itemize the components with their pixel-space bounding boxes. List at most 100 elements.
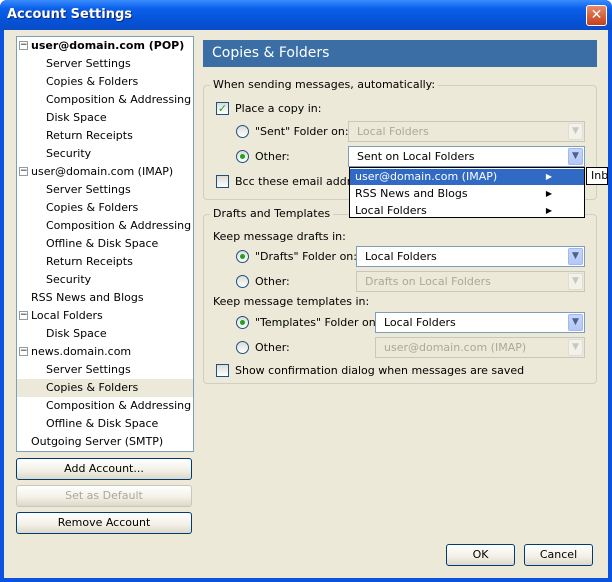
- tree-item-label: news.domain.com: [31, 345, 132, 358]
- sent-folder-combo[interactable]: Local Folders ▼: [348, 121, 585, 142]
- account-settings-window: Account Settings ✕ − user@domain.com (POP…: [0, 0, 612, 582]
- set-default-label: Set as Default: [65, 489, 143, 502]
- tree-item[interactable]: Server Settings: [17, 55, 193, 73]
- tree-item[interactable]: Offline & Disk Space: [17, 415, 193, 433]
- menu-item-local-folders[interactable]: Local Folders ▶: [350, 203, 584, 219]
- drafts-group-title: Drafts and Templates: [210, 207, 334, 220]
- sent-other-radio[interactable]: [236, 150, 249, 163]
- chevron-down-icon: ▼: [568, 314, 583, 331]
- add-account-label: Add Account...: [64, 462, 144, 475]
- tree-item[interactable]: Copies & Folders: [17, 199, 193, 217]
- confirm-dialog-label: Show confirmation dialog when messages a…: [235, 364, 525, 377]
- drafts-other-radio[interactable]: [236, 275, 249, 288]
- tree-item[interactable]: Disk Space: [17, 109, 193, 127]
- tree-item-label: Disk Space: [46, 327, 107, 340]
- dialog-body: − user@domain.com (POP) Server Settings Cop…: [4, 30, 608, 578]
- templates-other-combo[interactable]: user@domain.com (IMAP) ▼: [375, 337, 585, 358]
- tree-item[interactable]: Server Settings: [17, 181, 193, 199]
- tree-item[interactable]: − Local Folders: [17, 307, 193, 325]
- title-bar[interactable]: Account Settings ✕: [0, 0, 612, 30]
- chevron-down-icon: ▼: [568, 148, 583, 165]
- page-title: Copies & Folders: [203, 40, 597, 67]
- place-copy-label: Place a copy in:: [235, 102, 322, 115]
- chevron-down-icon: ▼: [568, 123, 583, 140]
- tree-item-label: Copies & Folders: [46, 75, 139, 88]
- tree-item[interactable]: Copies & Folders: [17, 73, 193, 91]
- tree-item-label: Server Settings: [46, 363, 131, 376]
- tree-item[interactable]: Disk Space: [17, 325, 193, 343]
- drafts-folder-combo[interactable]: Local Folders ▼: [356, 246, 585, 267]
- drafts-other-combo[interactable]: Drafts on Local Folders ▼: [356, 271, 585, 292]
- tree-item[interactable]: Copies & Folders: [17, 379, 193, 397]
- tree-item[interactable]: RSS News and Blogs: [17, 289, 193, 307]
- tree-item[interactable]: Security: [17, 145, 193, 163]
- templates-folder-label: "Templates" Folder on:: [255, 316, 380, 329]
- cancel-button[interactable]: Cancel: [524, 544, 593, 566]
- drafts-other-label: Other:: [255, 275, 290, 288]
- submenu-arrow-icon: ▶: [545, 206, 552, 215]
- drafts-folder-radio[interactable]: [236, 250, 249, 263]
- place-copy-checkbox[interactable]: ✓: [216, 102, 229, 115]
- menu-item-rss[interactable]: RSS News and Blogs ▶: [350, 186, 584, 202]
- collapse-icon[interactable]: −: [19, 167, 28, 176]
- tree-item-label: Copies & Folders: [46, 201, 139, 214]
- collapse-icon[interactable]: −: [19, 311, 28, 320]
- tree-item[interactable]: Return Receipts: [17, 127, 193, 145]
- tree-item[interactable]: Outgoing Server (SMTP): [17, 433, 193, 451]
- tree-item[interactable]: Composition & Addressing: [17, 217, 193, 235]
- submenu-arrow-icon: ▶: [545, 172, 552, 181]
- tree-item[interactable]: Composition & Addressing: [17, 397, 193, 415]
- tree-item-label: Server Settings: [46, 183, 131, 196]
- remove-account-label: Remove Account: [57, 516, 151, 529]
- tree-item-label: Outgoing Server (SMTP): [31, 435, 164, 448]
- sent-folder-radio[interactable]: [236, 125, 249, 138]
- tree-item[interactable]: Composition & Addressing: [17, 91, 193, 109]
- window-title: Account Settings: [7, 7, 133, 22]
- cancel-label: Cancel: [539, 548, 578, 561]
- tree-item-label: Disk Space: [46, 111, 107, 124]
- ok-button[interactable]: OK: [446, 544, 515, 566]
- sent-folder-combo-value: Local Folders: [357, 125, 429, 138]
- set-default-button[interactable]: Set as Default: [16, 485, 192, 507]
- remove-account-button[interactable]: Remove Account: [16, 512, 192, 534]
- add-account-button[interactable]: Add Account...: [16, 458, 192, 480]
- tree-item[interactable]: Server Settings: [17, 361, 193, 379]
- tree-item-label: RSS News and Blogs: [31, 291, 144, 304]
- tree-item[interactable]: − news.domain.com: [17, 343, 193, 361]
- tree-item-label: Offline & Disk Space: [46, 417, 159, 430]
- menu-item-label: RSS News and Blogs: [355, 187, 468, 200]
- menu-item-imap[interactable]: user@domain.com (IMAP) ▶: [350, 169, 584, 185]
- drafts-folder-label: "Drafts" Folder on:: [255, 250, 357, 263]
- close-button[interactable]: ✕: [586, 5, 607, 26]
- tree-item[interactable]: − user@domain.com (POP): [17, 37, 193, 55]
- tree-item-label: user@domain.com (IMAP): [31, 165, 174, 178]
- chevron-down-icon: ▼: [568, 339, 583, 356]
- tree-item-label: Security: [46, 273, 92, 286]
- tree-item-label: Composition & Addressing: [46, 93, 192, 106]
- templates-other-combo-value: user@domain.com (IMAP): [384, 341, 527, 354]
- templates-folder-radio[interactable]: [236, 316, 249, 329]
- keep-templates-label: Keep message templates in:: [213, 295, 370, 308]
- drafts-folder-combo-value: Local Folders: [365, 250, 437, 263]
- tree-item-label: Local Folders: [31, 309, 103, 322]
- templates-other-radio[interactable]: [236, 341, 249, 354]
- sent-other-combo[interactable]: Sent on Local Folders ▼: [348, 146, 585, 167]
- tree-item-label: Security: [46, 147, 92, 160]
- tree-item-label: Server Settings: [46, 57, 131, 70]
- tree-item[interactable]: Offline & Disk Space: [17, 235, 193, 253]
- drafts-other-combo-value: Drafts on Local Folders: [365, 275, 491, 288]
- tree-item[interactable]: − user@domain.com (IMAP): [17, 163, 193, 181]
- tree-item-label: Copies & Folders: [46, 381, 139, 394]
- collapse-icon[interactable]: −: [19, 41, 28, 50]
- tree-item-label: user@domain.com (POP): [31, 39, 185, 52]
- confirm-dialog-checkbox[interactable]: [216, 364, 229, 377]
- tree-item[interactable]: Return Receipts: [17, 253, 193, 271]
- inbox-submenu[interactable]: Inbox: [586, 167, 608, 185]
- folder-popup-menu: user@domain.com (IMAP) ▶ RSS News and Bl…: [349, 167, 585, 218]
- sent-other-combo-value: Sent on Local Folders: [357, 150, 475, 163]
- collapse-icon[interactable]: −: [19, 347, 28, 356]
- account-tree[interactable]: − user@domain.com (POP) Server Settings Cop…: [16, 36, 194, 452]
- tree-item[interactable]: Security: [17, 271, 193, 289]
- templates-folder-combo[interactable]: Local Folders ▼: [375, 312, 585, 333]
- bcc-checkbox[interactable]: [216, 175, 229, 188]
